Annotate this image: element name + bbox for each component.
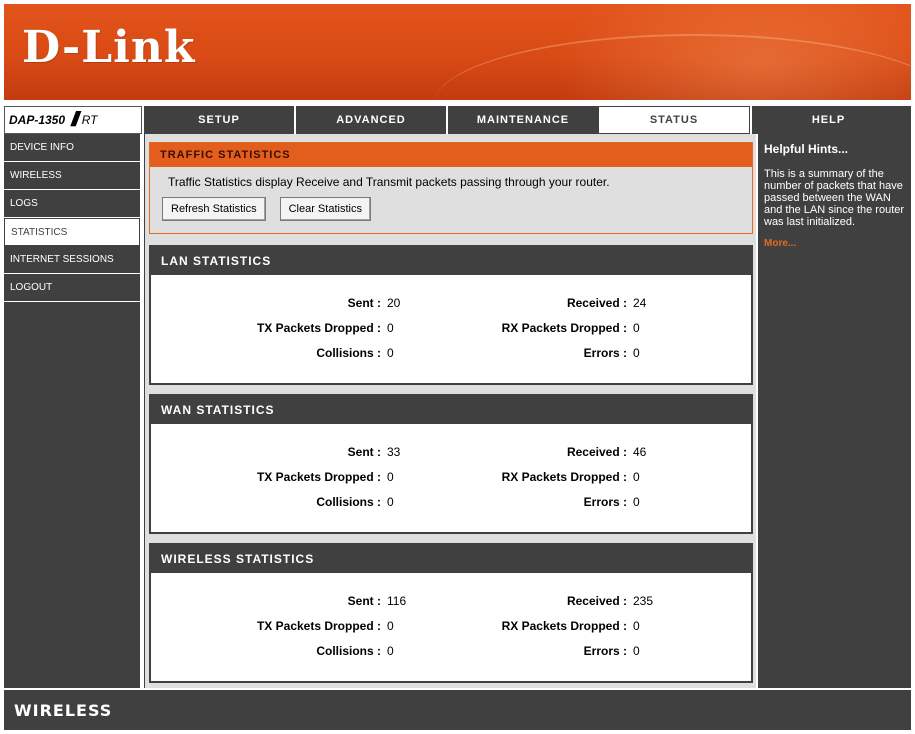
tab-maintenance[interactable]: MAINTENANCE — [446, 106, 598, 134]
helpful-hints-title: Helpful Hints... — [764, 142, 848, 156]
sidebar-item-internet-sessions[interactable]: INTERNET SESSIONS — [4, 246, 140, 274]
wireless-sent-label: Sent : — [347, 594, 381, 608]
lan-received-label: Received : — [566, 296, 627, 310]
wireless-statistics-grid: Sent : 116 Received : 235 TX Packets Dro… — [151, 573, 751, 681]
lan-tx-dropped-value: 0 — [387, 321, 394, 335]
wireless-received-value: 235 — [633, 594, 654, 608]
sidebar-item-logs[interactable]: LOGS — [4, 190, 140, 218]
main-content: TRAFFIC STATISTICS Traffic Statistics di… — [144, 134, 756, 688]
sidebar: DEVICE INFO WIRELESS LOGS STATISTICS INT… — [4, 134, 142, 688]
helpful-hints-text: This is a summary of the number of packe… — [764, 168, 905, 228]
model-mode: RT — [81, 113, 98, 127]
wireless-tx-dropped-value: 0 — [387, 619, 394, 633]
lan-rx-dropped-value: 0 — [633, 321, 640, 335]
sidebar-item-logout[interactable]: LOGOUT — [4, 274, 140, 302]
lan-collisions-value: 0 — [387, 346, 394, 360]
traffic-statistics-title: TRAFFIC STATISTICS — [150, 143, 752, 167]
dlink-logo: D-Link — [22, 22, 196, 73]
wan-rx-dropped-value: 0 — [633, 470, 640, 484]
wireless-received-label: Received : — [566, 594, 627, 608]
traffic-statistics-panel: TRAFFIC STATISTICS Traffic Statistics di… — [149, 142, 753, 234]
tab-help[interactable]: HELP — [750, 106, 905, 134]
clear-statistics-button[interactable]: Clear Statistics — [279, 197, 371, 221]
wan-statistics-grid: Sent : 33 Received : 46 TX Packets Dropp… — [151, 424, 751, 532]
traffic-statistics-description: Traffic Statistics display Receive and T… — [168, 175, 610, 189]
wireless-collisions-label: Collisions : — [316, 644, 381, 658]
wan-errors-value: 0 — [633, 495, 640, 509]
sidebar-item-device-info[interactable]: DEVICE INFO — [4, 134, 140, 162]
footer-wireless-text: WIRELESS — [14, 700, 113, 720]
wan-tx-dropped-value: 0 — [387, 470, 394, 484]
wan-rx-dropped-label: RX Packets Dropped : — [501, 470, 627, 484]
tab-setup[interactable]: SETUP — [142, 106, 294, 134]
lan-errors-value: 0 — [633, 346, 640, 360]
wan-sent-label: Sent : — [347, 445, 381, 459]
lan-sent-label: Sent : — [347, 296, 381, 310]
lan-rx-dropped-label: RX Packets Dropped : — [501, 321, 627, 335]
wireless-collisions-value: 0 — [387, 644, 394, 658]
wireless-errors-value: 0 — [633, 644, 640, 658]
wan-errors-label: Errors : — [583, 495, 627, 509]
wan-collisions-value: 0 — [387, 495, 394, 509]
wireless-errors-label: Errors : — [583, 644, 627, 658]
lan-statistics-title: LAN STATISTICS — [151, 247, 751, 275]
more-link[interactable]: More... — [764, 238, 905, 249]
sidebar-item-statistics[interactable]: STATISTICS — [4, 218, 140, 246]
wan-sent-value: 33 — [387, 445, 401, 459]
wireless-sent-value: 116 — [387, 594, 407, 608]
sidebar-item-wireless[interactable]: WIRELESS — [4, 162, 140, 190]
traffic-buttons: Refresh Statistics Clear Statistics — [150, 189, 752, 221]
lan-received-value: 24 — [633, 296, 647, 310]
wan-received-value: 46 — [633, 445, 647, 459]
tab-advanced[interactable]: ADVANCED — [294, 106, 446, 134]
lan-collisions-label: Collisions : — [316, 346, 381, 360]
wan-statistics-title: WAN STATISTICS — [151, 396, 751, 424]
wan-collisions-label: Collisions : — [316, 495, 381, 509]
wan-tx-dropped-label: TX Packets Dropped : — [256, 470, 381, 484]
refresh-statistics-button[interactable]: Refresh Statistics — [162, 197, 266, 221]
lan-statistics-panel: LAN STATISTICS Sent : 20 Received : 24 T… — [149, 245, 753, 385]
footer-bar: WIRELESS — [4, 690, 911, 730]
brand-banner: D-Link — [4, 4, 911, 100]
model-slashes: /// — [71, 108, 79, 131]
wireless-rx-dropped-value: 0 — [633, 619, 640, 633]
lan-sent-value: 20 — [387, 296, 401, 310]
lan-statistics-grid: Sent : 20 Received : 24 TX Packets Dropp… — [151, 275, 751, 383]
wan-statistics-panel: WAN STATISTICS Sent : 33 Received : 46 T… — [149, 394, 753, 534]
model-name: DAP-1350 — [9, 113, 66, 127]
tab-status[interactable]: STATUS — [598, 106, 750, 134]
helpful-hints-panel: Helpful Hints... This is a summary of th… — [758, 134, 911, 688]
lan-errors-label: Errors : — [583, 346, 627, 360]
lan-tx-dropped-label: TX Packets Dropped : — [256, 321, 381, 335]
top-navigation: DAP-1350 /// RT SETUP ADVANCED MAINTENAN… — [4, 106, 911, 134]
wan-received-label: Received : — [566, 445, 627, 459]
wireless-statistics-panel: WIRELESS STATISTICS Sent : 116 Received … — [149, 543, 753, 683]
wireless-statistics-title: WIRELESS STATISTICS — [151, 545, 751, 573]
model-label: DAP-1350 /// RT — [4, 106, 142, 134]
wireless-tx-dropped-label: TX Packets Dropped : — [256, 619, 381, 633]
wireless-rx-dropped-label: RX Packets Dropped : — [501, 619, 627, 633]
